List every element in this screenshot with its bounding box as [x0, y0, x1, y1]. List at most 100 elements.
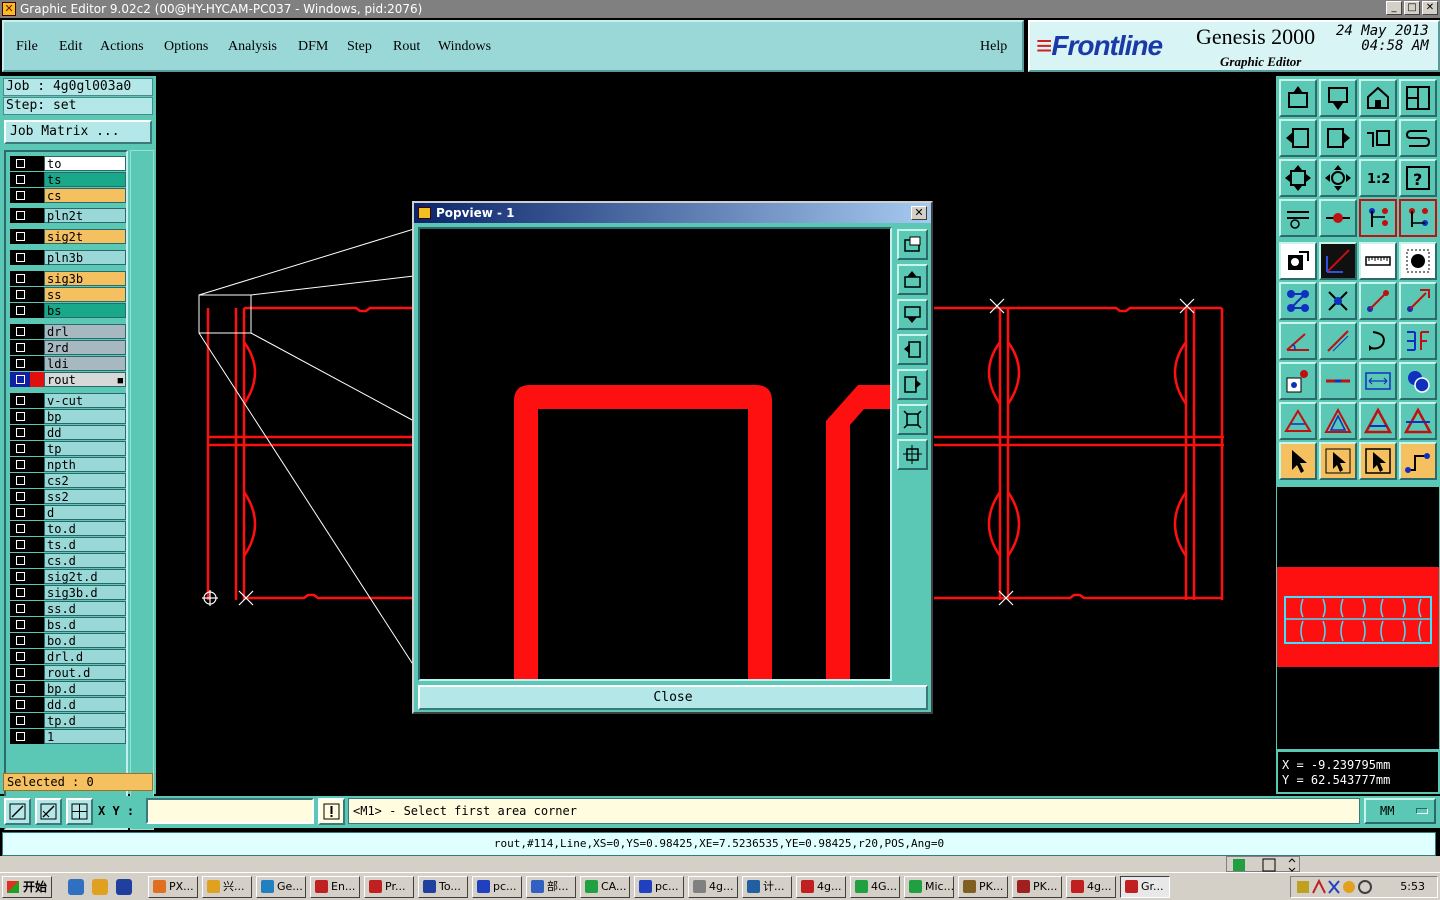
layer-name[interactable]: rout ■	[44, 372, 126, 387]
draw-mode-icon[interactable]	[4, 798, 31, 825]
units-select[interactable]: MM	[1364, 798, 1436, 824]
layer-row-ss[interactable]: ss	[8, 287, 126, 302]
layer-row-cs2[interactable]: cs2	[8, 473, 126, 488]
layer-name[interactable]: 1	[44, 729, 126, 744]
taskbar-item[interactable]: 4g...	[688, 876, 738, 898]
layer-affected-indicator[interactable]	[30, 340, 44, 355]
overview-minimap[interactable]	[1276, 486, 1440, 750]
layer-row-bp.d[interactable]: bp.d	[8, 681, 126, 696]
layer-affected-indicator[interactable]	[30, 250, 44, 265]
layer-name[interactable]: v-cut	[44, 393, 126, 408]
layer-affected-indicator[interactable]	[30, 665, 44, 680]
layer-row-1[interactable]: 1	[8, 729, 126, 744]
layer-checkbox[interactable]	[10, 601, 30, 616]
layer-name[interactable]: ts.d	[44, 537, 126, 552]
taskbar-item[interactable]: 部...	[526, 876, 576, 898]
triangle-icon[interactable]	[1279, 402, 1317, 440]
layer-affected-indicator[interactable]	[30, 303, 44, 318]
layer-affected-indicator[interactable]	[30, 441, 44, 456]
layer-checkbox[interactable]	[10, 287, 30, 302]
layer-affected-indicator[interactable]	[30, 649, 44, 664]
layer-checkbox[interactable]	[10, 697, 30, 712]
menu-help[interactable]: Help	[980, 39, 1007, 55]
taskbar-item[interactable]: PK...	[958, 876, 1008, 898]
layer-affected-indicator[interactable]	[30, 457, 44, 472]
layer-row-rout.d[interactable]: rout.d	[8, 665, 126, 680]
home-up-icon[interactable]	[1279, 79, 1317, 117]
menu-dfm[interactable]: DFM	[298, 39, 328, 55]
grid-icon[interactable]	[66, 798, 93, 825]
layer-affected-indicator[interactable]	[30, 505, 44, 520]
pointer-box-icon[interactable]	[1319, 442, 1357, 480]
taskbar-item[interactable]: 4G...	[850, 876, 900, 898]
layer-checkbox[interactable]	[10, 340, 30, 355]
taskbar-item[interactable]: Pr...	[364, 876, 414, 898]
layer-row-drl[interactable]: drl	[8, 324, 126, 339]
layer-name[interactable]: dd	[44, 425, 126, 440]
layer-row-tp.d[interactable]: tp.d	[8, 713, 126, 728]
layer-checkbox[interactable]	[10, 229, 30, 244]
layer-row-bp[interactable]: bp	[8, 409, 126, 424]
layer-checkbox[interactable]	[10, 303, 30, 318]
add-line-icon[interactable]	[1359, 282, 1397, 320]
layer-checkbox[interactable]	[10, 617, 30, 632]
popview-pan-down-button[interactable]	[897, 299, 928, 330]
layer-row-sig3b[interactable]: sig3b	[8, 271, 126, 286]
menu-edit[interactable]: Edit	[59, 39, 82, 55]
scale-one-to-two-icon[interactable]: 1:2	[1359, 159, 1397, 197]
popview-close-icon[interactable]: ✕	[911, 206, 927, 220]
layer-row-bs.d[interactable]: bs.d	[8, 617, 126, 632]
taskbar-item[interactable]: pc...	[472, 876, 522, 898]
layer-affected-indicator[interactable]	[30, 156, 44, 171]
taskbar-item[interactable]: Mic...	[904, 876, 954, 898]
layer-checkbox[interactable]	[10, 537, 30, 552]
move-icon[interactable]	[1279, 242, 1317, 280]
popview-close-button[interactable]: Close	[418, 685, 928, 710]
layer-name[interactable]: d	[44, 505, 126, 520]
menu-actions[interactable]: Actions	[100, 39, 144, 55]
xy-input[interactable]	[146, 798, 314, 824]
layer-row-ts.d[interactable]: ts.d	[8, 537, 126, 552]
layer-name[interactable]: ts	[44, 172, 126, 187]
layer-name[interactable]: sig3b	[44, 271, 126, 286]
pad-select-icon[interactable]	[1279, 362, 1317, 400]
taskbar-item[interactable]: CA...	[580, 876, 630, 898]
menu-options[interactable]: Options	[164, 39, 208, 55]
slash-line-icon[interactable]	[1319, 322, 1357, 360]
quick-launch-folder-icon[interactable]	[68, 879, 84, 895]
tray-clock[interactable]: 5:53	[1400, 877, 1425, 897]
layer-affected-indicator[interactable]	[30, 681, 44, 696]
zoom-center-icon[interactable]	[1319, 159, 1357, 197]
layer-name[interactable]: bp	[44, 409, 126, 424]
split-view-icon[interactable]	[1399, 79, 1437, 117]
layer-affected-indicator[interactable]	[30, 172, 44, 187]
layer-affected-indicator[interactable]	[30, 393, 44, 408]
layer-checkbox[interactable]	[10, 521, 30, 536]
layer-checkbox[interactable]	[10, 489, 30, 504]
layer-checkbox[interactable]	[10, 729, 30, 744]
ime-toolbar[interactable]	[1226, 856, 1300, 872]
taskbar-item[interactable]: Gr...	[1120, 876, 1170, 898]
help-icon[interactable]: ?	[1399, 159, 1437, 197]
layer-name[interactable]: bs	[44, 303, 126, 318]
layer-row-d[interactable]: d	[8, 505, 126, 520]
layer-checkbox[interactable]	[10, 505, 30, 520]
zoom-back-icon[interactable]	[1359, 119, 1397, 157]
layer-checkbox[interactable]	[10, 569, 30, 584]
connect-red-icon[interactable]	[1359, 199, 1397, 237]
layer-checkbox[interactable]	[10, 425, 30, 440]
layer-row-bo.d[interactable]: bo.d	[8, 633, 126, 648]
layer-checkbox[interactable]	[10, 633, 30, 648]
layer-row-sig2t.d[interactable]: sig2t.d	[8, 569, 126, 584]
layer-name[interactable]: pln3b	[44, 250, 126, 265]
pan-left-icon[interactable]	[1279, 119, 1317, 157]
layer-checkbox[interactable]	[10, 208, 30, 223]
layer-affected-indicator[interactable]	[30, 372, 44, 387]
layer-name[interactable]: ss2	[44, 489, 126, 504]
net-nodes-icon[interactable]	[1279, 282, 1317, 320]
layer-name[interactable]: cs2	[44, 473, 126, 488]
layer-affected-indicator[interactable]	[30, 287, 44, 302]
layer-row-pln2t[interactable]: pln2t	[8, 208, 126, 223]
zoom-fit-icon[interactable]	[1279, 159, 1317, 197]
layer-checkbox[interactable]	[10, 393, 30, 408]
